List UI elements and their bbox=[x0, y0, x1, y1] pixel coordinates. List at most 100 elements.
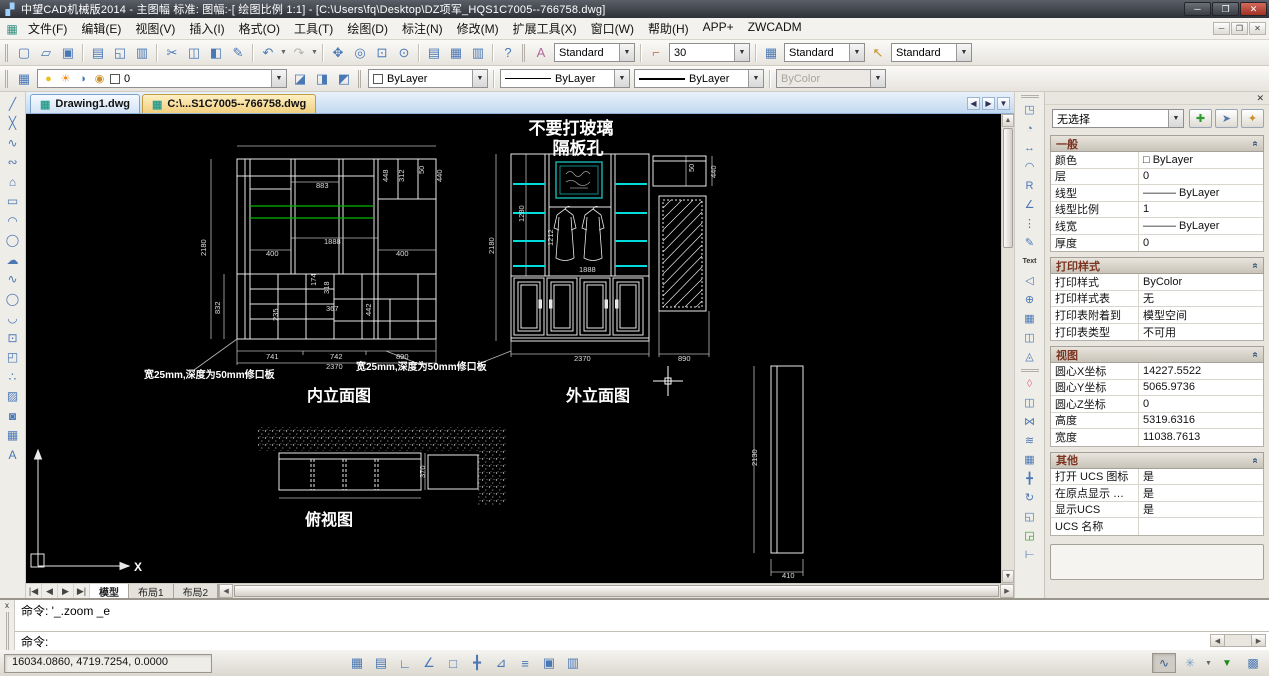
menu-item-12[interactable]: APP+ bbox=[696, 18, 741, 39]
scroll-left-icon[interactable]: ◀ bbox=[1210, 634, 1225, 647]
toolbar-grip[interactable] bbox=[1021, 95, 1039, 99]
snap-toggle[interactable]: ▦ bbox=[346, 653, 368, 673]
ray-icon[interactable]: ╳ bbox=[2, 114, 24, 134]
layer-lock-icon[interactable]: ◉ bbox=[93, 72, 106, 85]
toggle-pickadd-icon[interactable]: ✦ bbox=[1241, 109, 1264, 128]
properties-palette-icon[interactable]: ▤ bbox=[423, 43, 445, 63]
menu-item-9[interactable]: 扩展工具(X) bbox=[506, 18, 584, 39]
palette-close-icon[interactable]: ✕ bbox=[1256, 93, 1264, 104]
menu-item-13[interactable]: ZWCADM bbox=[741, 18, 809, 39]
annotation-scale-icon[interactable]: ▼ bbox=[1215, 653, 1239, 673]
osnap-toggle[interactable]: □ bbox=[442, 653, 464, 673]
property-value[interactable]: 5065.9736 bbox=[1139, 381, 1263, 393]
document-tab-0[interactable]: ▦Drawing1.dwg bbox=[30, 94, 140, 113]
copy-clip-icon[interactable]: ◫ bbox=[183, 43, 205, 63]
mdi-restore-button[interactable]: ❐ bbox=[1231, 22, 1248, 35]
chevron-down-icon[interactable]: ▼ bbox=[748, 70, 763, 87]
text-style-icon[interactable]: A bbox=[530, 43, 552, 63]
minimize-button[interactable]: ─ bbox=[1184, 2, 1211, 16]
property-value[interactable]: 无 bbox=[1139, 290, 1263, 306]
chevron-down-icon[interactable]: ▼ bbox=[472, 70, 487, 87]
table-style-combo[interactable]: Standard▼ bbox=[784, 43, 865, 62]
layer-freeze-sun-icon[interactable]: ☀ bbox=[59, 72, 72, 85]
layer-viewport-icon[interactable]: ◑ bbox=[76, 73, 89, 85]
chevron-down-icon[interactable]: ▼ bbox=[849, 44, 864, 61]
open-icon[interactable]: ▱ bbox=[35, 43, 57, 63]
color-combo[interactable]: ByLayer ▼ bbox=[368, 69, 488, 88]
rotate-icon[interactable]: ↻ bbox=[1018, 488, 1042, 507]
dim-style-combo[interactable]: 30▼ bbox=[669, 43, 750, 62]
help-icon[interactable]: ? bbox=[497, 43, 519, 63]
mleader-style-combo[interactable]: Standard▼ bbox=[891, 43, 972, 62]
dim-angular-icon[interactable]: ∠ bbox=[1018, 195, 1042, 214]
tab-scroll-left-icon[interactable]: ◀ bbox=[967, 97, 980, 110]
mdi-minimize-button[interactable]: ─ bbox=[1213, 22, 1230, 35]
region-icon[interactable]: ◙ bbox=[2, 406, 24, 426]
rectangle-icon[interactable]: ▭ bbox=[2, 192, 24, 212]
menu-item-0[interactable]: 文件(F) bbox=[21, 18, 74, 39]
dyn-toggle[interactable]: ⊿ bbox=[490, 653, 512, 673]
toolbar-grip[interactable] bbox=[522, 44, 527, 62]
chevron-down-icon[interactable]: ▼ bbox=[734, 44, 749, 61]
property-value[interactable]: 是 bbox=[1139, 485, 1263, 501]
extend-icon[interactable]: ⊢ bbox=[1018, 545, 1042, 564]
property-value[interactable]: 模型空间 bbox=[1139, 307, 1263, 323]
mtext-icon[interactable]: A bbox=[2, 445, 24, 465]
layer-isolate-icon[interactable]: ◩ bbox=[333, 69, 355, 89]
collapse-chevron-icon[interactable]: « bbox=[1250, 141, 1261, 147]
tab-menu-icon[interactable]: ▼ bbox=[997, 97, 1010, 110]
paper-toggle[interactable]: ▥ bbox=[562, 653, 584, 673]
undo-icon-dropdown[interactable]: ▼ bbox=[279, 43, 288, 63]
mleader-icon[interactable]: ◁ bbox=[1018, 271, 1042, 290]
toolbar-grip[interactable] bbox=[5, 44, 10, 62]
array-icon[interactable]: ▦ bbox=[1018, 450, 1042, 469]
menu-item-1[interactable]: 编辑(E) bbox=[74, 18, 128, 39]
dim-quick-icon[interactable]: ✎ bbox=[1018, 233, 1042, 252]
property-value[interactable]: 不可用 bbox=[1139, 324, 1263, 340]
text-tool-icon[interactable]: Text bbox=[1018, 252, 1042, 271]
stretch-icon[interactable]: ◲ bbox=[1018, 526, 1042, 545]
pan-icon[interactable]: ✥ bbox=[327, 43, 349, 63]
cut-icon[interactable]: ✂ bbox=[161, 43, 183, 63]
command-scrollbar[interactable]: ◀ ▶ bbox=[1210, 634, 1266, 647]
dim-radius-icon[interactable]: R bbox=[1018, 176, 1042, 195]
toolbar-grip[interactable] bbox=[358, 70, 363, 88]
dim-style-icon[interactable]: ⌐ bbox=[645, 43, 667, 63]
property-value[interactable]: 14227.5522 bbox=[1139, 365, 1263, 377]
canvas-hscrollbar[interactable]: ◀ ▶ bbox=[218, 584, 1014, 598]
redo-icon-dropdown[interactable]: ▼ bbox=[310, 43, 319, 63]
table-style-icon[interactable]: ▦ bbox=[760, 43, 782, 63]
erase-icon[interactable]: ◊ bbox=[1018, 374, 1042, 393]
new-file-icon[interactable]: ▢ bbox=[13, 43, 35, 63]
linetype-combo[interactable]: ByLayer ▼ bbox=[500, 69, 630, 88]
property-value[interactable]: ——— ByLayer bbox=[1139, 187, 1263, 199]
menu-item-3[interactable]: 插入(I) bbox=[182, 18, 231, 39]
dim-arc-icon[interactable]: ◠ bbox=[1018, 157, 1042, 176]
property-value[interactable]: 是 bbox=[1139, 501, 1263, 517]
hatch-icon[interactable]: ▨ bbox=[2, 387, 24, 407]
undo-icon[interactable]: ↶ bbox=[257, 43, 279, 63]
toolbar-grip[interactable] bbox=[5, 70, 10, 88]
fullscreen-icon[interactable]: ▩ bbox=[1241, 653, 1265, 673]
zoom-window-icon[interactable]: ⊡ bbox=[371, 43, 393, 63]
menu-item-7[interactable]: 标注(N) bbox=[395, 18, 450, 39]
quick-select-icon[interactable]: ✚ bbox=[1189, 109, 1212, 128]
layout-tab-0[interactable]: 模型 bbox=[90, 584, 129, 598]
otrack-toggle[interactable]: ╋ bbox=[466, 653, 488, 673]
layout-prev-icon[interactable]: ◀ bbox=[42, 584, 58, 598]
close-button[interactable]: ✕ bbox=[1240, 2, 1267, 16]
zwcad-assistant-icon[interactable]: ∿ bbox=[1152, 653, 1176, 673]
select-objects-icon[interactable]: ➤ bbox=[1215, 109, 1238, 128]
designcenter-icon[interactable]: ▦ bbox=[445, 43, 467, 63]
scroll-up-icon[interactable]: ▲ bbox=[1002, 114, 1014, 127]
scroll-right-icon[interactable]: ▶ bbox=[1000, 584, 1014, 598]
spline-icon[interactable]: ∿ bbox=[2, 270, 24, 290]
menu-item-2[interactable]: 视图(V) bbox=[128, 18, 182, 39]
zoom-object-icon[interactable]: ◔ bbox=[1018, 119, 1042, 138]
text-style-combo[interactable]: Standard▼ bbox=[554, 43, 635, 62]
menu-item-8[interactable]: 修改(M) bbox=[450, 18, 506, 39]
lineweight-toggle[interactable]: ≡ bbox=[514, 653, 536, 673]
property-value[interactable]: 0 bbox=[1139, 237, 1263, 249]
block-editor-icon[interactable]: ◳ bbox=[1018, 100, 1042, 119]
settings-dropdown-icon[interactable]: ▼ bbox=[1204, 653, 1213, 673]
